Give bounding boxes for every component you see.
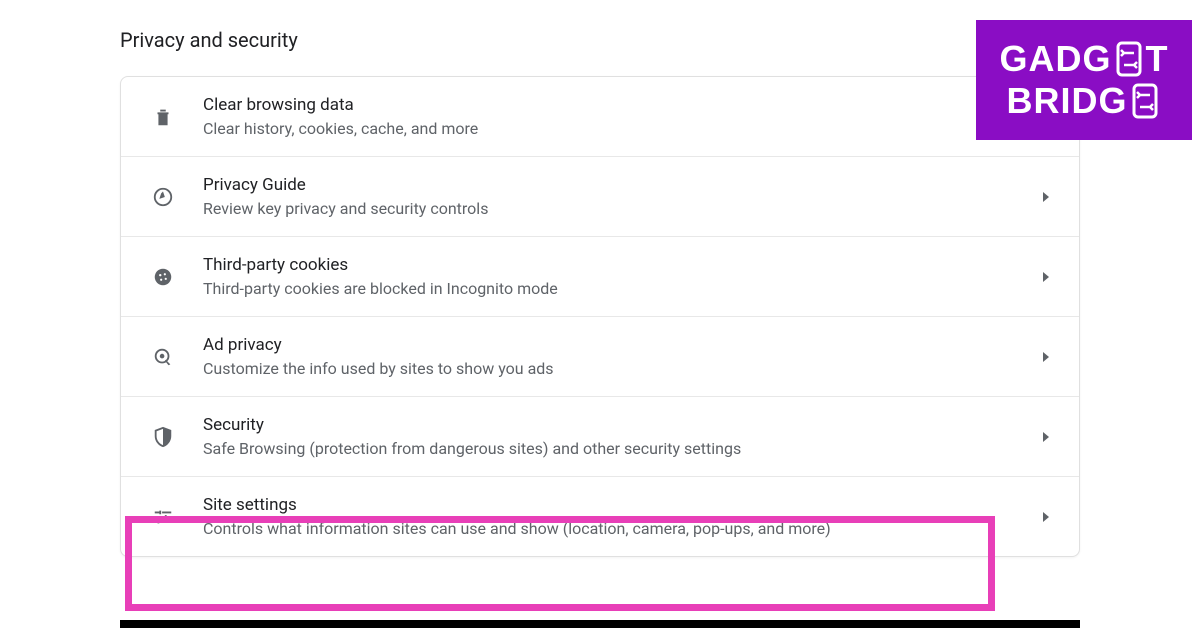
row-title: Security <box>203 415 1043 435</box>
cookie-icon <box>151 265 175 289</box>
row-title: Clear browsing data <box>203 95 1059 115</box>
row-title: Site settings <box>203 495 1043 515</box>
row-text: Site settings Controls what information … <box>175 495 1043 538</box>
sliders-icon <box>151 505 175 529</box>
row-desc: Review key privacy and security controls <box>203 199 1043 218</box>
chevron-right-icon <box>1043 352 1049 362</box>
logo-glyph-icon <box>1128 81 1162 121</box>
logo-glyph-icon <box>1112 39 1146 79</box>
row-desc: Controls what information sites can use … <box>203 519 1043 538</box>
chevron-right-icon <box>1043 272 1049 282</box>
row-desc: Clear history, cookies, cache, and more <box>203 119 1059 138</box>
row-third-party-cookies[interactable]: Third-party cookies Third-party cookies … <box>121 237 1079 317</box>
row-privacy-guide[interactable]: Privacy Guide Review key privacy and sec… <box>121 157 1079 237</box>
row-text: Privacy Guide Review key privacy and sec… <box>175 175 1043 218</box>
logo-line-1: GADG T <box>1000 38 1169 80</box>
row-desc: Safe Browsing (protection from dangerous… <box>203 439 1043 458</box>
row-text: Third-party cookies Third-party cookies … <box>175 255 1043 298</box>
gadget-bridge-logo: GADG T BRIDG <box>976 20 1192 140</box>
row-security[interactable]: Security Safe Browsing (protection from … <box>121 397 1079 477</box>
compass-icon <box>151 185 175 209</box>
row-title: Ad privacy <box>203 335 1043 355</box>
row-title: Third-party cookies <box>203 255 1043 275</box>
chevron-right-icon <box>1043 512 1049 522</box>
row-title: Privacy Guide <box>203 175 1043 195</box>
row-text: Security Safe Browsing (protection from … <box>175 415 1043 458</box>
chevron-right-icon <box>1043 192 1049 202</box>
logo-text: GADG <box>1000 41 1112 77</box>
row-desc: Third-party cookies are blocked in Incog… <box>203 279 1043 298</box>
row-ad-privacy[interactable]: Ad privacy Customize the info used by si… <box>121 317 1079 397</box>
chevron-right-icon <box>1043 432 1049 442</box>
row-desc: Customize the info used by sites to show… <box>203 359 1043 378</box>
privacy-card: Clear browsing data Clear history, cooki… <box>120 76 1080 557</box>
row-text: Clear browsing data Clear history, cooki… <box>175 95 1059 138</box>
row-clear-browsing-data[interactable]: Clear browsing data Clear history, cooki… <box>121 77 1079 157</box>
logo-text: T <box>1146 41 1169 77</box>
logo-text: BRIDG <box>1007 83 1128 119</box>
logo-line-2: BRIDG <box>1007 80 1162 122</box>
shield-icon <box>151 425 175 449</box>
trash-icon <box>151 105 175 129</box>
row-site-settings[interactable]: Site settings Controls what information … <box>121 477 1079 556</box>
row-text: Ad privacy Customize the info used by si… <box>175 335 1043 378</box>
bottom-bar <box>120 620 1080 628</box>
ad-target-icon <box>151 345 175 369</box>
